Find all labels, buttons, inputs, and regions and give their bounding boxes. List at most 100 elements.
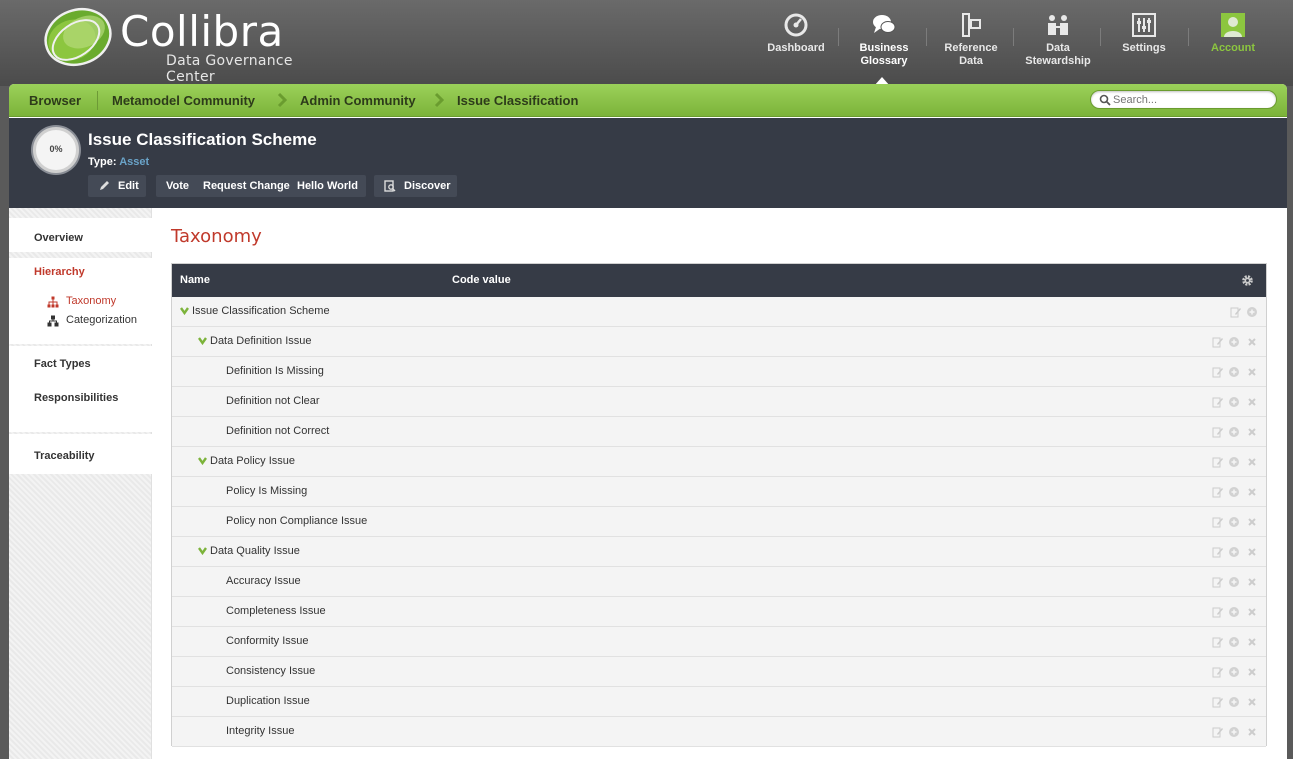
delete-icon[interactable] (1246, 546, 1258, 558)
edit-icon[interactable] (1212, 456, 1224, 468)
edit-icon[interactable] (1212, 396, 1224, 408)
delete-icon[interactable] (1246, 606, 1258, 618)
row-name[interactable]: Integrity Issue (226, 725, 294, 737)
table-row[interactable]: Completeness Issue (172, 597, 1266, 627)
delete-icon[interactable] (1246, 336, 1258, 348)
search-input[interactable] (1113, 92, 1273, 108)
row-name[interactable]: Data Definition Issue (210, 335, 312, 347)
breadcrumb-browser[interactable]: Browser (29, 93, 81, 108)
edit-icon[interactable] (1230, 306, 1242, 318)
table-row[interactable]: Definition Is Missing (172, 357, 1266, 387)
chevron-down-icon[interactable] (198, 547, 207, 555)
delete-icon[interactable] (1246, 726, 1258, 738)
edit-icon[interactable] (1212, 666, 1224, 678)
row-name[interactable]: Definition Is Missing (226, 365, 324, 377)
hello-world-button[interactable]: Hello World (297, 180, 358, 192)
add-icon[interactable] (1228, 456, 1240, 468)
sidebar-item-traceability[interactable]: Traceability (34, 450, 95, 462)
edit-button[interactable]: Edit (88, 175, 146, 197)
edit-icon[interactable] (1212, 336, 1224, 348)
add-icon[interactable] (1228, 636, 1240, 648)
table-row[interactable]: Data Policy Issue (172, 447, 1266, 477)
delete-icon[interactable] (1246, 426, 1258, 438)
table-row[interactable]: Conformity Issue (172, 627, 1266, 657)
delete-icon[interactable] (1246, 666, 1258, 678)
nav-business-glossary[interactable]: Business Glossary (841, 8, 927, 78)
column-header-code-value[interactable]: Code value (452, 274, 511, 286)
row-name[interactable]: Consistency Issue (226, 665, 315, 677)
nav-account[interactable]: Account (1190, 8, 1276, 78)
chevron-down-icon[interactable] (180, 307, 189, 315)
edit-icon[interactable] (1212, 636, 1224, 648)
sidebar-item-hierarchy[interactable]: Hierarchy (34, 266, 85, 278)
delete-icon[interactable] (1246, 486, 1258, 498)
row-name[interactable]: Data Policy Issue (210, 455, 295, 467)
table-row[interactable]: Accuracy Issue (172, 567, 1266, 597)
breadcrumb-item-issue-classification[interactable]: Issue Classification (457, 93, 578, 108)
table-row[interactable]: Policy Is Missing (172, 477, 1266, 507)
edit-icon[interactable] (1212, 366, 1224, 378)
row-name[interactable]: Conformity Issue (226, 635, 309, 647)
row-name[interactable]: Completeness Issue (226, 605, 326, 617)
edit-icon[interactable] (1212, 576, 1224, 588)
add-icon[interactable] (1228, 336, 1240, 348)
column-header-name[interactable]: Name (180, 274, 210, 286)
add-icon[interactable] (1228, 546, 1240, 558)
nav-dashboard[interactable]: Dashboard (753, 8, 839, 78)
delete-icon[interactable] (1246, 576, 1258, 588)
row-name[interactable]: Policy Is Missing (226, 485, 307, 497)
row-name[interactable]: Data Quality Issue (210, 545, 300, 557)
gear-icon[interactable] (1241, 274, 1254, 287)
table-row[interactable]: Issue Classification Scheme (172, 297, 1266, 327)
sidebar-item-responsibilities[interactable]: Responsibilities (34, 392, 118, 404)
sidebar-item-fact-types[interactable]: Fact Types (34, 358, 91, 370)
add-icon[interactable] (1228, 366, 1240, 378)
add-icon[interactable] (1228, 516, 1240, 528)
add-icon[interactable] (1228, 606, 1240, 618)
add-icon[interactable] (1228, 696, 1240, 708)
table-row[interactable]: Definition not Correct (172, 417, 1266, 447)
add-icon[interactable] (1228, 726, 1240, 738)
table-row[interactable]: Data Definition Issue (172, 327, 1266, 357)
row-name[interactable]: Accuracy Issue (226, 575, 301, 587)
add-icon[interactable] (1228, 486, 1240, 498)
row-name[interactable]: Duplication Issue (226, 695, 310, 707)
edit-icon[interactable] (1212, 516, 1224, 528)
edit-icon[interactable] (1212, 486, 1224, 498)
collibra-logo[interactable]: Collibra Data Governance Center (42, 4, 342, 85)
delete-icon[interactable] (1246, 696, 1258, 708)
add-icon[interactable] (1228, 426, 1240, 438)
nav-data-stewardship[interactable]: Data Stewardship (1015, 8, 1101, 78)
edit-icon[interactable] (1212, 696, 1224, 708)
row-name[interactable]: Definition not Clear (226, 395, 320, 407)
add-icon[interactable] (1228, 576, 1240, 588)
chevron-down-icon[interactable] (198, 457, 207, 465)
nav-settings[interactable]: Settings (1101, 8, 1187, 78)
delete-icon[interactable] (1246, 366, 1258, 378)
row-name[interactable]: Policy non Compliance Issue (226, 515, 367, 527)
delete-icon[interactable] (1246, 516, 1258, 528)
delete-icon[interactable] (1246, 396, 1258, 408)
add-icon[interactable] (1228, 666, 1240, 678)
table-row[interactable]: Definition not Clear (172, 387, 1266, 417)
chevron-down-icon[interactable] (198, 337, 207, 345)
discover-button[interactable]: Discover (374, 175, 457, 197)
table-row[interactable]: Policy non Compliance Issue (172, 507, 1266, 537)
edit-icon[interactable] (1212, 426, 1224, 438)
sidebar-item-overview[interactable]: Overview (34, 232, 83, 244)
table-row[interactable]: Duplication Issue (172, 687, 1266, 717)
delete-icon[interactable] (1246, 456, 1258, 468)
search-box[interactable] (1090, 90, 1277, 109)
row-name[interactable]: Issue Classification Scheme (192, 305, 330, 317)
add-icon[interactable] (1246, 306, 1258, 318)
edit-icon[interactable] (1212, 606, 1224, 618)
vote-button[interactable]: Vote (166, 180, 189, 192)
row-name[interactable]: Definition not Correct (226, 425, 329, 437)
asset-type-value[interactable]: Asset (119, 156, 149, 168)
table-row[interactable]: Data Quality Issue (172, 537, 1266, 567)
request-change-button[interactable]: Request Change (203, 180, 290, 192)
edit-icon[interactable] (1212, 546, 1224, 558)
nav-reference-data[interactable]: Reference Data (928, 8, 1014, 78)
table-row[interactable]: Consistency Issue (172, 657, 1266, 687)
breadcrumb-item-metamodel-community[interactable]: Metamodel Community (112, 93, 255, 108)
